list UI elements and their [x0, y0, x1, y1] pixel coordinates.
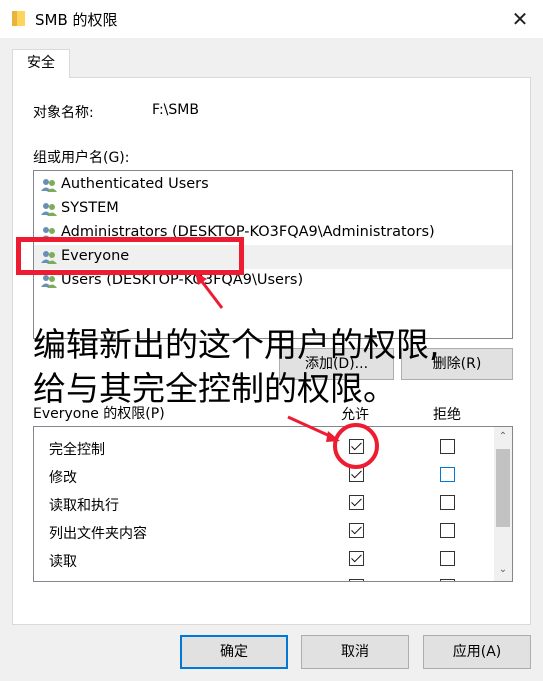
apply-button[interactable]: 应用(A) [423, 635, 531, 669]
permission-label: 修改 [49, 470, 77, 486]
deny-checkbox[interactable] [440, 467, 455, 482]
allow-checkbox[interactable] [349, 495, 364, 510]
permission-row: 读取 [34, 545, 494, 573]
object-name-label: 对象名称: [33, 105, 94, 121]
close-icon: ✕ [511, 7, 529, 31]
list-item[interactable]: SYSTEM [34, 197, 512, 221]
permission-row: 列出文件夹内容 [34, 517, 494, 545]
permissions-table: 完全控制 修改 读取和执行 列出文件夹内容 读取 ⌃ ⌄ [33, 426, 513, 582]
window-title: SMB 的权限 [35, 11, 118, 29]
scrollbar-thumb[interactable] [496, 449, 510, 527]
scroll-down-icon[interactable]: ⌄ [497, 563, 509, 577]
highlight-box [16, 237, 244, 275]
list-item[interactable]: Authenticated Users [34, 173, 512, 197]
deny-header: 拒绝 [433, 407, 461, 423]
folder-icon [12, 11, 25, 26]
deny-checkbox[interactable] [440, 495, 455, 510]
permission-row: 修改 [34, 461, 494, 489]
deny-checkbox[interactable] [440, 523, 455, 538]
object-name-value: F:\SMB [152, 102, 199, 118]
permissions-scrollbar[interactable]: ⌃ ⌄ [494, 427, 512, 581]
annotation-line-2: 给与其完全控制的权限。 [33, 369, 396, 408]
allow-checkbox[interactable] [349, 467, 364, 482]
permission-label: 完全控制 [49, 442, 105, 458]
users-icon [41, 275, 57, 288]
deny-checkbox[interactable] [440, 439, 455, 454]
cancel-button[interactable]: 取消 [301, 635, 409, 669]
close-button[interactable]: ✕ [509, 8, 531, 30]
group-list-label: 组或用户名(G): [33, 150, 130, 166]
list-item-label: SYSTEM [61, 200, 119, 216]
cancel-button-label: 取消 [341, 644, 369, 660]
ok-button-label: 确定 [220, 644, 248, 660]
annotation-line-1: 编辑新出的这个用户的权限, [33, 325, 440, 364]
deny-checkbox[interactable] [440, 579, 455, 581]
highlight-circle [333, 423, 379, 469]
title-bar: SMB 的权限 ✕ [0, 0, 543, 38]
permission-label: 列出文件夹内容 [49, 526, 147, 542]
permission-label: 读取和执行 [49, 498, 119, 514]
allow-checkbox[interactable] [349, 579, 364, 581]
tab-security-label: 安全 [27, 55, 55, 71]
permission-label: 读取 [49, 554, 77, 570]
allow-checkbox[interactable] [349, 523, 364, 538]
list-item-label: Authenticated Users [61, 176, 209, 192]
allow-checkbox[interactable] [349, 551, 364, 566]
permission-row: 完全控制 [34, 433, 494, 461]
deny-checkbox[interactable] [440, 551, 455, 566]
permission-row: 读取和执行 [34, 489, 494, 517]
ok-button[interactable]: 确定 [180, 635, 288, 669]
users-icon [41, 203, 57, 216]
tab-security[interactable]: 安全 [12, 49, 70, 78]
scroll-up-icon[interactable]: ⌃ [497, 430, 509, 444]
users-icon [41, 179, 57, 192]
apply-button-label: 应用(A) [452, 644, 502, 660]
remove-button-label: 删除(R) [432, 356, 482, 372]
permission-row-partial [34, 573, 494, 581]
